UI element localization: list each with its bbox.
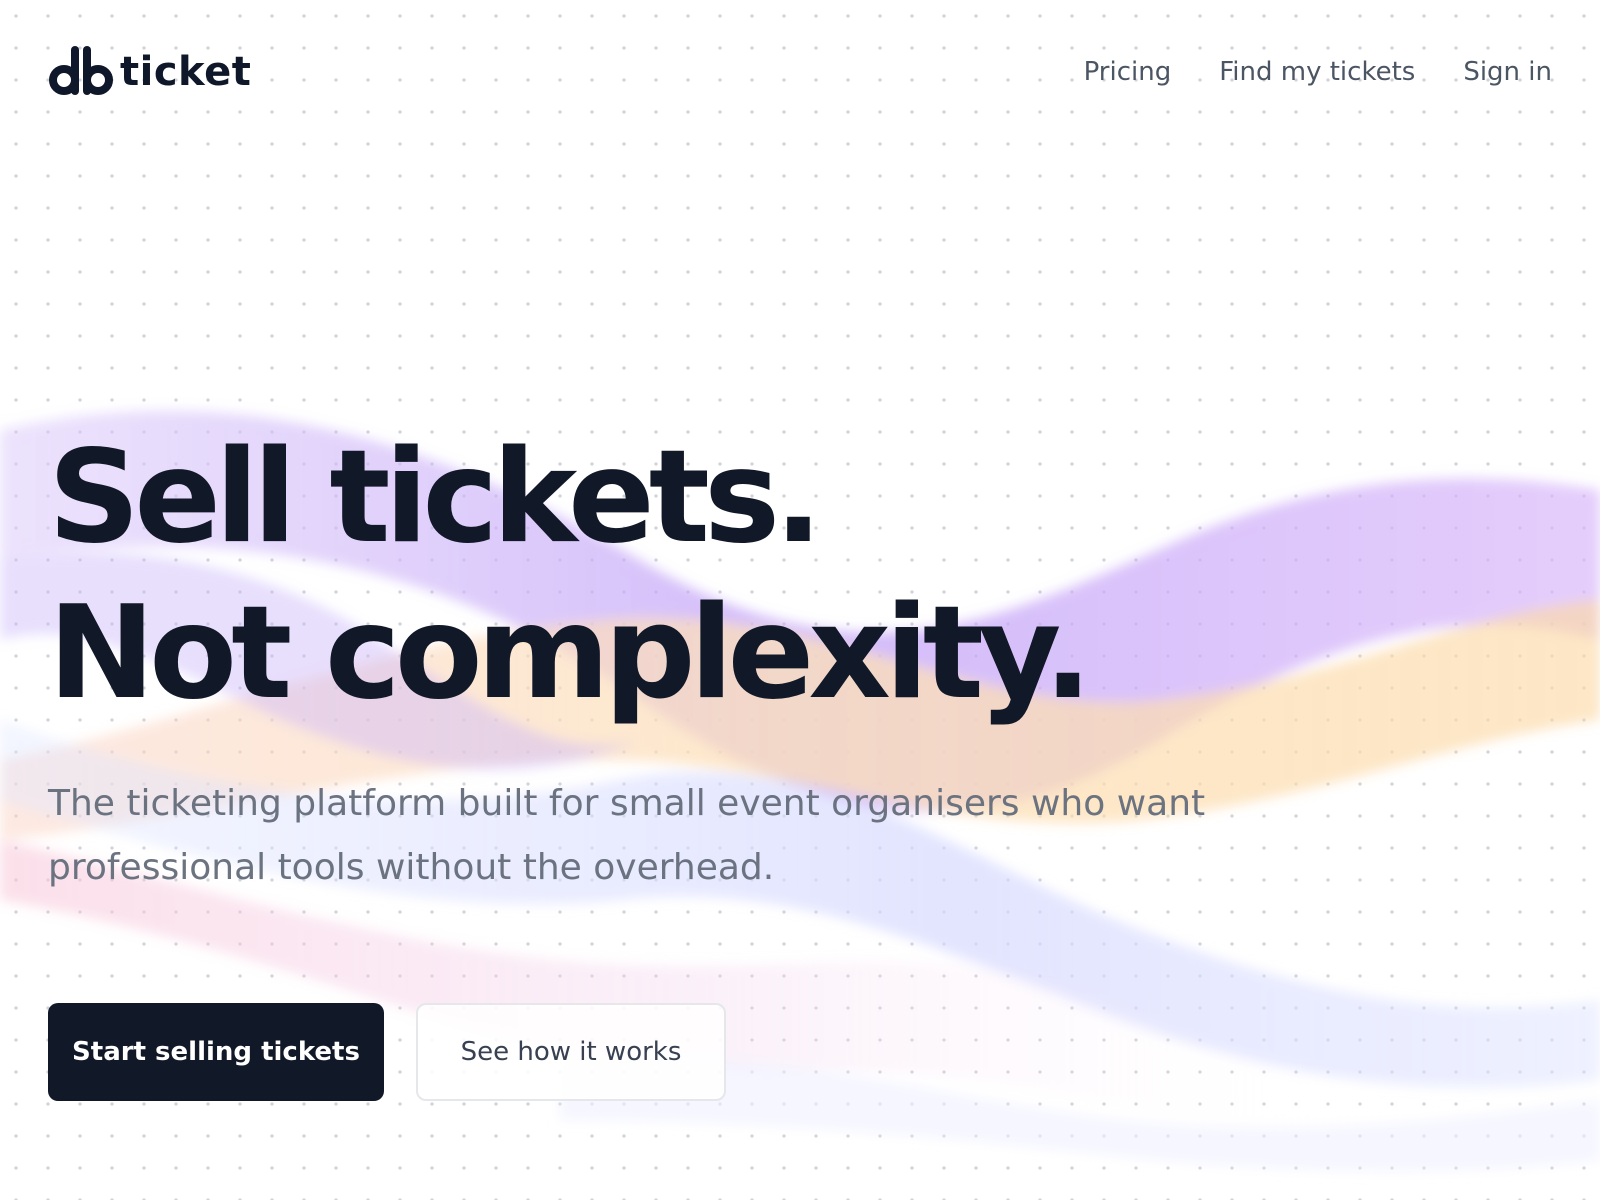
landing-page: ticket Pricing Find my tickets Sign in S… [0,0,1600,1200]
brand-name: ticket [120,49,252,95]
hero-headline-line-2: Not complexity. [48,579,1092,728]
nav-link-pricing[interactable]: Pricing [1084,57,1172,87]
hero-headline: Sell tickets. Not complexity. [48,420,1448,732]
nav-link-find-my-tickets[interactable]: Find my tickets [1219,57,1415,87]
hero-actions: Start selling tickets See how it works [48,1003,726,1101]
start-selling-button[interactable]: Start selling tickets [48,1003,384,1101]
nav-link-sign-in[interactable]: Sign in [1463,57,1552,87]
hero-headline-line-1: Sell tickets. [48,423,823,572]
hero-subtitle: The ticketing platform built for small e… [48,783,1206,888]
brand-logo-link[interactable]: ticket [48,46,251,98]
hero-section: Sell tickets. Not complexity. The ticket… [48,420,1448,900]
db-monogram-icon [49,46,113,95]
main-nav: Pricing Find my tickets Sign in [1084,57,1552,87]
site-header: ticket Pricing Find my tickets Sign in [48,40,1552,104]
see-how-it-works-button[interactable]: See how it works [416,1003,726,1101]
